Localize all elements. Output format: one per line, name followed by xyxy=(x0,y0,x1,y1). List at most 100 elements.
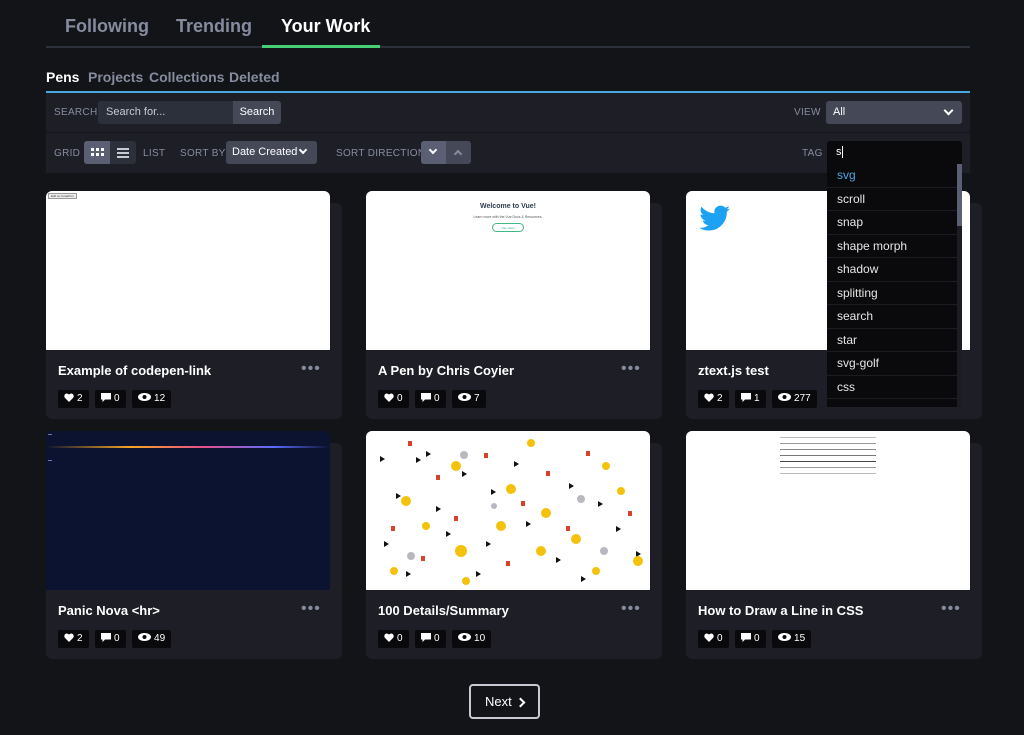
comment-count: 0 xyxy=(434,633,440,644)
tag-suggestion[interactable]: scroll xyxy=(827,188,962,211)
like-button[interactable]: 2 xyxy=(58,630,89,648)
pen-title[interactable]: ztext.js test xyxy=(698,363,769,378)
dropdown-scrollbar[interactable] xyxy=(957,164,962,407)
scrollbar-thumb[interactable] xyxy=(957,164,962,226)
view-count: 15 xyxy=(794,633,806,644)
pen-preview[interactable] xyxy=(686,431,970,590)
grid-view-button[interactable] xyxy=(84,141,110,164)
like-count: 2 xyxy=(77,633,83,644)
tag-suggestion[interactable]: css xyxy=(827,376,962,399)
pen-preview[interactable]: Welcome to Vue! Learn more with the Vue … xyxy=(366,191,650,350)
pen-preview[interactable]: Edit on CodePen xyxy=(46,191,330,350)
list-view-button[interactable] xyxy=(110,141,136,164)
view-count: 12 xyxy=(154,393,166,404)
tab-your-work[interactable]: Your Work xyxy=(281,16,370,37)
comments-button[interactable]: 0 xyxy=(415,390,446,408)
tag-suggestion[interactable]: shape morph xyxy=(827,235,962,258)
tab-pens[interactable]: Pens xyxy=(46,69,79,85)
tag-label: TAG xyxy=(802,148,823,159)
like-count: 0 xyxy=(717,633,723,644)
comments-button[interactable]: 0 xyxy=(95,630,126,648)
preview-link: Edit on CodePen xyxy=(48,193,77,199)
views-button[interactable]: 7 xyxy=(452,390,486,408)
active-tab-indicator xyxy=(262,45,380,48)
view-select[interactable]: All xyxy=(826,101,962,124)
pen-title[interactable]: Example of codepen-link xyxy=(58,363,211,378)
views-button[interactable]: 277 xyxy=(772,390,817,408)
drawn-line xyxy=(780,443,876,444)
more-options-icon[interactable]: ••• xyxy=(621,361,641,377)
grid-label: GRID xyxy=(54,148,81,159)
tag-suggestion[interactable]: splitting xyxy=(827,282,962,305)
pen-stats: 0 0 7 xyxy=(378,388,488,408)
tag-suggestion[interactable]: shadow xyxy=(827,258,962,282)
comment-icon xyxy=(741,392,752,402)
pen-preview[interactable] xyxy=(46,431,330,590)
next-page-button[interactable]: Next xyxy=(469,684,540,719)
drawn-line xyxy=(780,437,876,438)
sort-ascending-button[interactable] xyxy=(446,141,471,164)
heart-icon xyxy=(704,393,714,402)
comments-button[interactable]: 1 xyxy=(735,390,766,408)
pen-card[interactable]: Edit on CodePen Example of codepen-link … xyxy=(46,191,342,419)
pen-card[interactable]: Welcome to Vue! Learn more with the Vue … xyxy=(366,191,662,419)
pen-title[interactable]: 100 Details/Summary xyxy=(378,603,509,618)
eye-icon xyxy=(778,633,792,642)
tag-input[interactable]: s xyxy=(827,141,962,164)
like-button[interactable]: 0 xyxy=(378,390,409,408)
comment-count: 0 xyxy=(114,633,120,644)
more-options-icon[interactable]: ••• xyxy=(941,601,961,617)
pen-title[interactable]: How to Draw a Line in CSS xyxy=(698,603,863,618)
more-options-icon[interactable]: ••• xyxy=(621,601,641,617)
tag-suggestion[interactable]: star xyxy=(827,329,962,352)
preview-subtext: Learn more with the Vue Docs & Resources… xyxy=(473,215,543,219)
comment-count: 0 xyxy=(114,393,120,404)
views-button[interactable]: 15 xyxy=(772,630,812,648)
comment-icon xyxy=(101,632,112,642)
like-button[interactable]: 0 xyxy=(698,630,729,648)
tag-suggestion[interactable]: snap xyxy=(827,211,962,235)
pen-stats: 0 0 10 xyxy=(378,628,493,648)
tab-deleted[interactable]: Deleted xyxy=(229,69,280,85)
drawn-line xyxy=(780,455,876,456)
pen-title[interactable]: A Pen by Chris Coyier xyxy=(378,363,514,378)
chevron-right-icon xyxy=(515,697,526,708)
pen-stats: 2 0 12 xyxy=(58,388,173,408)
like-button[interactable]: 2 xyxy=(58,390,89,408)
heart-icon xyxy=(64,393,74,402)
views-button[interactable]: 49 xyxy=(132,630,172,648)
pen-card[interactable]: Panic Nova <hr> ••• 2 0 49 xyxy=(46,431,342,659)
tab-projects[interactable]: Projects xyxy=(88,69,143,85)
preview-text-mark xyxy=(48,434,52,435)
comments-button[interactable]: 0 xyxy=(95,390,126,408)
pen-preview[interactable] xyxy=(366,431,650,590)
eye-icon xyxy=(458,633,472,642)
chevron-down-icon xyxy=(943,105,954,116)
preview-heading: Welcome to Vue! xyxy=(479,203,536,210)
tag-suggestion[interactable]: svg-golf xyxy=(827,352,962,376)
sort-by-select[interactable]: Date Created xyxy=(226,141,317,164)
comments-button[interactable]: 0 xyxy=(735,630,766,648)
more-options-icon[interactable]: ••• xyxy=(301,361,321,377)
views-button[interactable]: 10 xyxy=(452,630,492,648)
pen-title[interactable]: Panic Nova <hr> xyxy=(58,603,160,618)
pen-card[interactable]: 100 Details/Summary ••• 0 0 10 xyxy=(366,431,662,659)
search-input[interactable]: Search for... xyxy=(98,101,233,124)
view-count: 277 xyxy=(794,393,811,404)
more-options-icon[interactable]: ••• xyxy=(301,601,321,617)
like-button[interactable]: 0 xyxy=(378,630,409,648)
search-button[interactable]: Search xyxy=(233,101,281,124)
tab-following[interactable]: Following xyxy=(65,16,149,37)
heart-icon xyxy=(64,633,74,642)
sort-descending-button[interactable] xyxy=(421,141,446,164)
views-button[interactable]: 12 xyxy=(132,390,172,408)
like-count: 0 xyxy=(397,393,403,404)
tag-suggestion[interactable]: search xyxy=(827,305,962,329)
tab-trending[interactable]: Trending xyxy=(176,16,252,37)
like-button[interactable]: 2 xyxy=(698,390,729,408)
tag-suggestion[interactable]: svg xyxy=(827,164,962,188)
pen-card[interactable]: How to Draw a Line in CSS ••• 0 0 15 xyxy=(686,431,982,659)
comment-icon xyxy=(421,632,432,642)
tab-collections[interactable]: Collections xyxy=(149,69,224,85)
comments-button[interactable]: 0 xyxy=(415,630,446,648)
